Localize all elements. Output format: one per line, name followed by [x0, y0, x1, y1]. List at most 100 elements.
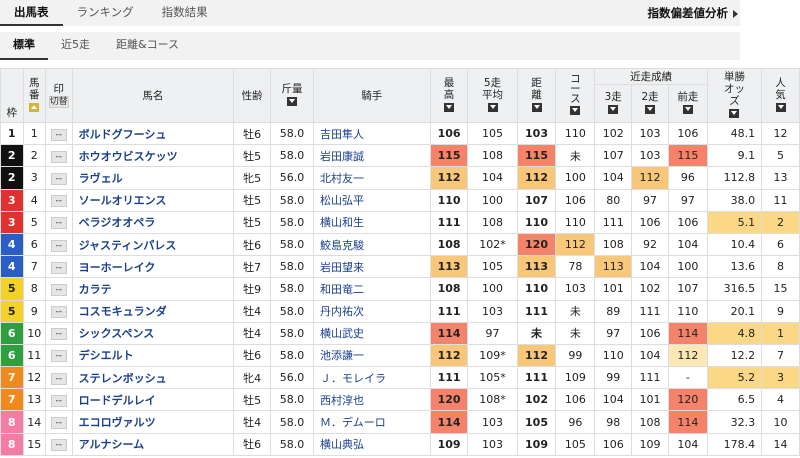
subtab-recent5[interactable]: 近5走: [48, 32, 103, 60]
col-course[interactable]: コース: [555, 68, 596, 123]
subtab-distance-course[interactable]: 距離&コース: [103, 32, 192, 60]
mark-cell[interactable]: --: [45, 410, 73, 434]
horse-name-link[interactable]: コスモキュランダ: [71, 299, 235, 323]
weight: 56.0: [270, 166, 314, 190]
sort-icon[interactable]: [444, 102, 455, 112]
mark-cell[interactable]: --: [45, 321, 73, 345]
sort-icon[interactable]: [487, 102, 498, 112]
col-best[interactable]: 最高: [429, 68, 469, 123]
mark-select[interactable]: --: [50, 261, 67, 274]
jockey-link[interactable]: 丹内祐次: [313, 299, 431, 323]
mark-cell[interactable]: --: [45, 188, 73, 212]
col-distance[interactable]: 距離: [516, 68, 557, 123]
tab-ranking[interactable]: ランキング: [63, 0, 148, 26]
mark-select[interactable]: --: [50, 439, 67, 452]
mark-cell[interactable]: --: [45, 210, 73, 234]
col-r2[interactable]: 2走: [631, 84, 669, 123]
jockey-link[interactable]: 北村友一: [313, 166, 431, 190]
sort-icon[interactable]: [608, 104, 619, 114]
sort-icon[interactable]: [645, 104, 656, 114]
index-deviation-analysis-link[interactable]: 指数偏差値分析: [648, 0, 738, 26]
tab-index-results[interactable]: 指数結果: [148, 0, 222, 26]
horse-name-link[interactable]: ホウオウビスケッツ: [71, 144, 235, 168]
sort-asc-icon[interactable]: [29, 102, 40, 112]
horse-name-link[interactable]: シックスペンス: [71, 321, 235, 345]
horse-name-link[interactable]: ラヴェル: [71, 166, 235, 190]
mark-select[interactable]: --: [50, 306, 67, 319]
col-avg5[interactable]: 5走平均: [467, 68, 518, 123]
popularity: 3: [761, 366, 800, 390]
sort-icon[interactable]: [531, 102, 542, 112]
horse-name-link[interactable]: ソールオリエンス: [71, 188, 235, 212]
horse-name-link[interactable]: ベラジオオペラ: [71, 210, 235, 234]
col-odds[interactable]: 単勝オッズ: [706, 68, 763, 123]
horse-name-link[interactable]: ボルドグフーシュ: [71, 121, 235, 146]
jockey-link[interactable]: 松山弘平: [313, 188, 431, 212]
mark-select[interactable]: --: [50, 350, 67, 363]
horse-name-link[interactable]: ロードデルレイ: [71, 388, 235, 412]
sort-icon[interactable]: [729, 108, 740, 118]
horse-name-link[interactable]: デシエルト: [71, 343, 235, 368]
mark-cell[interactable]: --: [45, 166, 73, 190]
horse-name-link[interactable]: アルナシーム: [71, 432, 235, 456]
jockey-link[interactable]: 吉田隼人: [313, 121, 431, 146]
col-r3[interactable]: 3走: [594, 84, 633, 123]
horse-name-link[interactable]: ヨーホーレイク: [71, 255, 235, 279]
win-odds: 13.6: [706, 255, 763, 279]
sort-icon[interactable]: [775, 102, 786, 112]
weight: 58.0: [270, 255, 314, 279]
mark-cell[interactable]: --: [45, 366, 73, 390]
jockey-link[interactable]: 池添謙一: [313, 343, 431, 368]
horse-name-link[interactable]: ステレンボッシュ: [71, 366, 235, 390]
mark-toggle-button[interactable]: 切替: [48, 96, 69, 108]
col-umaban[interactable]: 馬番: [22, 68, 46, 123]
mark-cell[interactable]: --: [45, 343, 73, 368]
jockey-link[interactable]: 横山典弘: [313, 432, 431, 456]
mark-select[interactable]: --: [50, 217, 67, 230]
mark-select[interactable]: --: [50, 150, 67, 163]
mark-cell[interactable]: --: [45, 144, 73, 168]
jockey-link[interactable]: 和田竜二: [313, 277, 431, 301]
horse-name-link[interactable]: エコロヴァルツ: [71, 410, 235, 434]
subtab-standard[interactable]: 標準: [0, 32, 48, 60]
mark-select[interactable]: --: [50, 128, 67, 141]
mark-cell[interactable]: --: [45, 232, 73, 257]
col-weight[interactable]: 斤量: [270, 68, 314, 123]
mark-select[interactable]: --: [50, 372, 67, 385]
mark-cell[interactable]: --: [45, 299, 73, 323]
mark-select[interactable]: --: [50, 172, 67, 185]
mark-cell[interactable]: --: [45, 121, 73, 146]
mark-cell[interactable]: --: [45, 255, 73, 279]
table-row: 3 4 -- ソールオリエンス 牡5 58.0 松山弘平 110 100 107 106 80 97 97…: [0, 188, 800, 212]
mark-select[interactable]: --: [50, 394, 67, 407]
jockey-link[interactable]: 横山和生: [313, 210, 431, 234]
sort-icon[interactable]: [570, 105, 581, 115]
sort-icon[interactable]: [287, 96, 298, 106]
jockey-link[interactable]: 西村淳也: [313, 388, 431, 412]
horse-name-link[interactable]: ジャスティンパレス: [71, 232, 235, 257]
jockey-link[interactable]: 横山武史: [313, 321, 431, 345]
sort-icon[interactable]: [682, 104, 693, 114]
mark-select[interactable]: --: [50, 328, 67, 341]
mark-cell[interactable]: --: [45, 432, 73, 456]
jockey-link[interactable]: 岩田康誠: [313, 144, 431, 168]
tab-shutuba[interactable]: 出馬表: [0, 0, 63, 26]
course-index: 未: [555, 321, 596, 345]
mark-cell[interactable]: --: [45, 277, 73, 301]
popularity: 13: [761, 166, 800, 190]
mark-cell[interactable]: --: [45, 388, 73, 412]
jockey-link[interactable]: 鮫島克駿: [313, 232, 431, 257]
jockey-link[interactable]: Ｍ．デムーロ: [313, 410, 431, 434]
col-group-recent: 近走成績: [594, 68, 708, 85]
jockey-link[interactable]: 岩田望来: [313, 255, 431, 279]
popularity: 2: [761, 210, 800, 234]
mark-select[interactable]: --: [50, 195, 67, 208]
win-odds: 5.1: [706, 210, 763, 234]
mark-select[interactable]: --: [50, 283, 67, 296]
jockey-link[interactable]: Ｊ．モレイラ: [313, 366, 431, 390]
mark-select[interactable]: --: [50, 417, 67, 430]
horse-name-link[interactable]: カラテ: [71, 277, 235, 301]
col-r1[interactable]: 前走: [667, 84, 708, 123]
mark-select[interactable]: --: [50, 239, 67, 252]
col-popularity[interactable]: 人気: [761, 68, 800, 123]
